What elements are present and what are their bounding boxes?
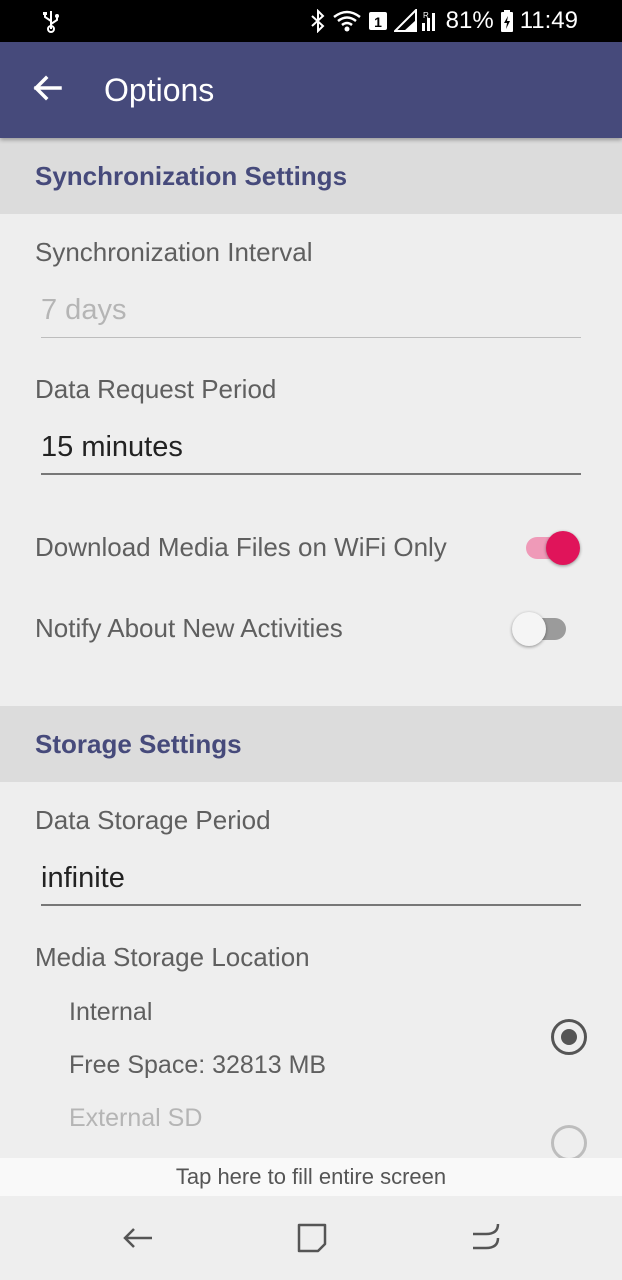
clock: 11:49 [519,7,578,34]
fill-screen-banner[interactable]: Tap here to fill entire screen [0,1158,622,1196]
navigation-bar [0,1196,622,1280]
internal-option-label: Internal [69,998,153,1026]
storage-section-header: Storage Settings [0,706,622,782]
notify-row[interactable]: Notify About New Activities [0,598,622,658]
wifi-only-label: Download Media Files on WiFi Only [35,532,447,562]
wifi-only-row[interactable]: Download Media Files on WiFi Only [0,517,622,577]
toggle-thumb [546,531,580,565]
data-request-period-label: Data Request Period [35,374,277,404]
home-icon[interactable] [466,1218,506,1258]
recents-icon[interactable] [292,1218,332,1258]
usb-icon [43,11,59,33]
app-bar: Options [0,42,622,138]
data-request-period-field[interactable]: 15 minutes [41,427,581,475]
svg-text:R: R [423,11,429,20]
svg-text:1: 1 [374,14,382,30]
sync-interval-field: 7 days [41,290,581,338]
data-storage-period-field[interactable]: infinite [41,858,581,906]
sync-section-title: Synchronization Settings [35,161,348,191]
external-sd-option-label: External SD [69,1104,203,1132]
battery-icon [500,10,513,32]
arrow-left-icon[interactable] [26,66,70,110]
sim-1-icon: 1 [368,12,387,30]
page-title: Options [104,72,215,108]
sync-section-header: Synchronization Settings [0,138,622,214]
external-sd-radio [551,1125,587,1161]
wifi-only-toggle[interactable] [524,527,584,567]
bluetooth-icon [310,9,325,33]
internal-radio[interactable] [551,1019,587,1055]
data-storage-period-label: Data Storage Period [35,805,271,835]
media-storage-location-label: Media Storage Location [35,942,310,972]
toggle-thumb [512,612,546,646]
internal-free-space: Free Space: 32813 MB [69,1051,327,1079]
notify-label: Notify About New Activities [35,613,343,643]
storage-section-title: Storage Settings [35,729,242,759]
signal-icon: R [393,9,435,32]
wifi-icon [332,10,361,32]
notify-toggle[interactable] [512,608,574,648]
status-bar: 1 R 81% 11:49 [0,0,622,42]
sync-interval-label: Synchronization Interval [35,237,313,267]
battery-percent: 81% [445,7,494,34]
back-nav-icon[interactable] [118,1218,158,1258]
